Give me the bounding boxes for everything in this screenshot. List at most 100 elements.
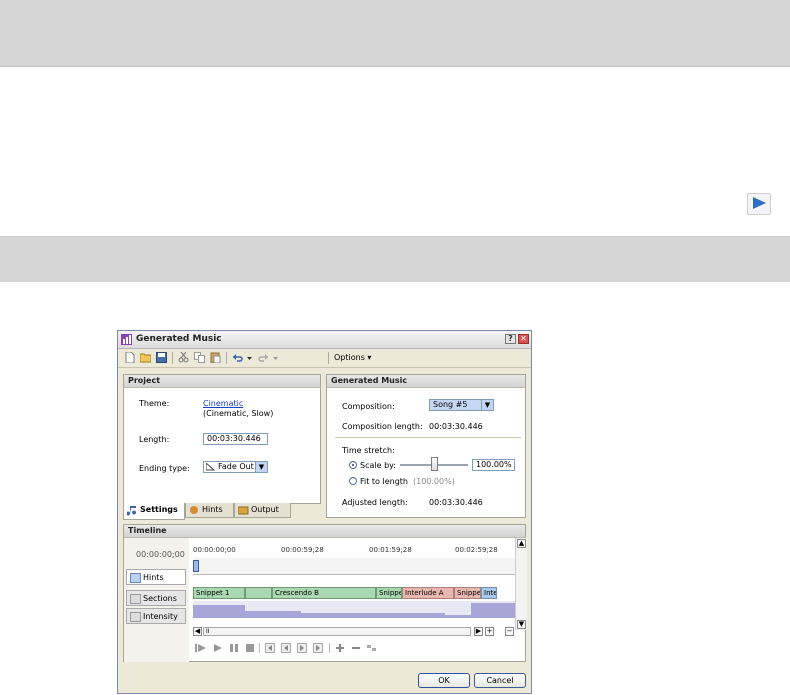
adjusted-length-value: 00:03:30.446: [429, 498, 483, 507]
add-marker-icon[interactable]: [335, 643, 345, 653]
section-block[interactable]: Snippet 1: [193, 587, 245, 599]
theme-label: Theme:: [139, 399, 170, 408]
zoom-out-button[interactable]: −: [505, 627, 514, 636]
track-intensity-label: Intensity: [143, 612, 178, 621]
scroll-left-button[interactable]: ◀: [193, 627, 202, 636]
ending-type-label: Ending type:: [139, 464, 190, 473]
scroll-right-button[interactable]: ▶: [474, 627, 483, 636]
vertical-scrollbar[interactable]: ▲ ▼: [515, 538, 527, 630]
toolbar-separator: [172, 352, 173, 364]
track-sections[interactable]: Sections: [126, 590, 186, 606]
scroll-thumb[interactable]: II: [206, 628, 210, 635]
remove-marker-icon[interactable]: [351, 643, 361, 653]
scale-by-radio[interactable]: [349, 461, 357, 469]
tab-hints-label: Hints: [202, 505, 223, 514]
copy-icon[interactable]: [194, 352, 205, 363]
composition-length-value: 00:03:30.446: [429, 422, 483, 431]
split-icon[interactable]: [367, 643, 377, 653]
ok-button[interactable]: OK: [418, 673, 470, 688]
scroll-up-button[interactable]: ▲: [517, 539, 526, 548]
play-icon: [753, 197, 766, 209]
zoom-in-button[interactable]: +: [485, 627, 494, 636]
chevron-down-icon[interactable]: ▼: [255, 462, 267, 472]
section-block[interactable]: Crescendo B: [272, 587, 376, 599]
ending-type-value: Fade Out: [218, 462, 254, 471]
stop-icon[interactable]: [245, 643, 255, 653]
help-button[interactable]: ?: [505, 334, 516, 344]
fade-out-icon: [206, 463, 215, 471]
play-icon[interactable]: [213, 643, 223, 653]
track-hints-label: Hints: [143, 573, 164, 582]
ruler-tick: 00:01:59;28: [369, 546, 412, 554]
save-icon[interactable]: [156, 352, 167, 363]
new-file-icon[interactable]: [124, 352, 135, 363]
tab-settings[interactable]: Settings: [123, 503, 185, 520]
next-icon[interactable]: [297, 643, 307, 653]
track-sections-label: Sections: [143, 594, 177, 603]
section-block[interactable]: Interlude A: [402, 587, 454, 599]
ruler-tick: 00:00:59;28: [281, 546, 324, 554]
playhead-marker[interactable]: [193, 560, 199, 572]
composition-label: Composition:: [342, 402, 395, 411]
section-block[interactable]: [245, 587, 272, 599]
undo-icon[interactable]: [232, 352, 243, 363]
tab-output[interactable]: Output: [234, 503, 291, 518]
options-label: Options: [334, 353, 365, 362]
hints-track-icon: [130, 573, 141, 583]
close-button[interactable]: ✕: [518, 334, 529, 344]
section-block[interactable]: Snippet: [376, 587, 402, 599]
chevron-down-icon[interactable]: [246, 352, 253, 363]
composition-length-label: Composition length:: [342, 422, 423, 431]
music-note-icon: [127, 506, 136, 516]
go-to-start-icon[interactable]: [265, 643, 275, 653]
chevron-down-icon[interactable]: [272, 352, 279, 363]
horizontal-scrollbar[interactable]: II: [203, 627, 471, 636]
dialog-title: Generated Music: [136, 334, 222, 344]
cut-icon[interactable]: [178, 352, 189, 363]
play-from-start-icon[interactable]: [195, 643, 207, 653]
ruler-tick: 00:02:59;28: [455, 546, 498, 554]
redo-icon[interactable]: [258, 352, 269, 363]
music-app-icon: [121, 334, 132, 345]
scale-value-input[interactable]: 100.00%: [472, 459, 515, 471]
output-icon: [238, 506, 249, 515]
previous-icon[interactable]: [281, 643, 291, 653]
fit-to-length-radio[interactable]: [349, 477, 357, 485]
play-button[interactable]: [747, 193, 771, 215]
intensity-lane[interactable]: [193, 601, 550, 618]
section-block[interactable]: Inte: [481, 587, 497, 599]
time-ruler[interactable]: 00:00:00;00 00:00:59;28 00:01:59;28 00:0…: [193, 544, 515, 559]
fit-to-length-label: Fit to length: [360, 477, 408, 486]
chevron-down-icon[interactable]: ▼: [481, 400, 493, 410]
generated-music-dialog: Generated Music ? ✕ Options ▾ Project Th…: [117, 330, 550, 694]
pause-icon[interactable]: [229, 643, 239, 653]
transport-separator: [259, 643, 260, 653]
go-to-end-icon[interactable]: [313, 643, 323, 653]
tab-output-label: Output: [251, 505, 279, 514]
length-input[interactable]: 00:03:30.446: [203, 433, 268, 445]
transport-controls: [193, 641, 515, 655]
composition-select[interactable]: Song #5 ▼: [429, 399, 494, 411]
paste-icon[interactable]: [210, 352, 221, 363]
scroll-down-button[interactable]: ▼: [517, 620, 526, 629]
theme-link[interactable]: Cinematic: [203, 399, 243, 408]
section-block[interactable]: Snippet: [454, 587, 481, 599]
tab-hints[interactable]: Hints: [185, 503, 234, 518]
hints-lane[interactable]: [193, 558, 515, 575]
sections-track-icon: [130, 594, 141, 604]
open-folder-icon[interactable]: [140, 352, 151, 363]
title-bar: Generated Music ? ✕: [118, 331, 531, 349]
track-intensity[interactable]: Intensity: [126, 608, 186, 624]
intensity-curve: [193, 603, 550, 618]
timeline-header: Timeline: [124, 525, 525, 538]
options-menu[interactable]: Options ▾: [334, 353, 371, 362]
section-band: [0, 236, 790, 282]
ending-type-select[interactable]: Fade Out ▼: [203, 461, 268, 473]
toolbar-separator: [328, 352, 329, 364]
timecode: 00:00:00;00: [136, 550, 185, 559]
timeline-panel: Timeline 00:00:00;00 Hints Sections Inte…: [123, 524, 550, 662]
composition-value: Song #5: [433, 400, 468, 409]
track-hints[interactable]: Hints: [126, 569, 186, 585]
cancel-button[interactable]: Cancel: [474, 673, 526, 688]
scale-slider-thumb[interactable]: [430, 457, 438, 471]
